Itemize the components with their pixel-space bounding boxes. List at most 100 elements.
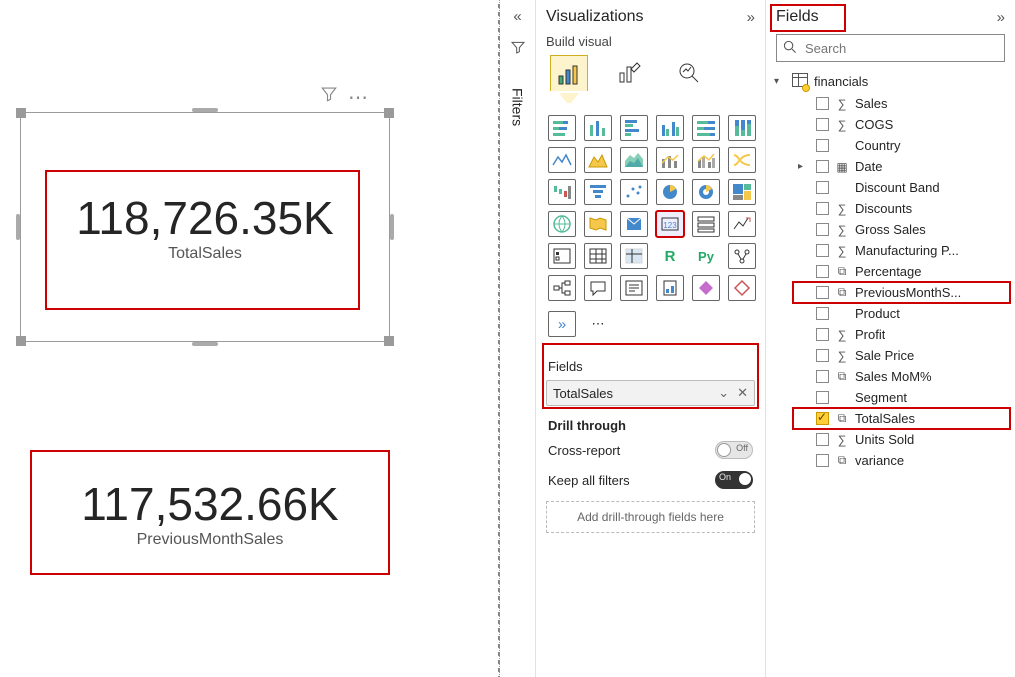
viz-waterfall[interactable]: [548, 179, 576, 205]
field-checkbox[interactable]: [816, 223, 829, 236]
viz-r[interactable]: R: [656, 243, 684, 269]
viz-area[interactable]: [584, 147, 612, 173]
table-row[interactable]: ▾ financials: [770, 70, 1011, 93]
viz-matrix[interactable]: [620, 243, 648, 269]
viz-100-stacked-column[interactable]: [728, 115, 756, 141]
card-value: 117,532.66K: [81, 477, 339, 531]
field-row[interactable]: ⧉TotalSales: [770, 408, 1011, 429]
viz-funnel[interactable]: [584, 179, 612, 205]
field-checkbox[interactable]: [816, 454, 829, 467]
viz-paginated-report[interactable]: [656, 275, 684, 301]
chevron-down-icon[interactable]: ⌄: [718, 385, 729, 401]
filters-pane-collapsed[interactable]: « Filters: [500, 0, 536, 677]
search-input[interactable]: [803, 40, 998, 57]
field-row[interactable]: ∑Manufacturing P...: [770, 240, 1011, 261]
remove-field-icon[interactable]: ✕: [737, 385, 748, 401]
viz-power-apps[interactable]: [692, 275, 720, 301]
viz-line-stacked-column[interactable]: [656, 147, 684, 173]
drill-through-dropzone[interactable]: Add drill-through fields here: [546, 501, 755, 533]
viz-stacked-column[interactable]: [584, 115, 612, 141]
format-tab[interactable]: [610, 55, 648, 91]
viz-stacked-bar[interactable]: [548, 115, 576, 141]
expand-icon[interactable]: »: [747, 9, 755, 26]
analytics-tab[interactable]: [670, 55, 708, 91]
viz-line-clustered-column[interactable]: [692, 147, 720, 173]
build-tab[interactable]: [550, 55, 588, 91]
chevron-down-icon[interactable]: ▾: [774, 76, 786, 87]
field-checkbox[interactable]: [816, 349, 829, 362]
field-type-icon: ∑: [835, 97, 849, 111]
field-row[interactable]: ∑Profit: [770, 324, 1011, 345]
field-row[interactable]: Discount Band: [770, 177, 1011, 198]
field-checkbox[interactable]: [816, 286, 829, 299]
viz-100-stacked-bar[interactable]: [692, 115, 720, 141]
viz-donut[interactable]: [692, 179, 720, 205]
viz-card[interactable]: 123: [656, 211, 684, 237]
viz-table[interactable]: [584, 243, 612, 269]
card-visual-previousmonthsales[interactable]: 117,532.66K PreviousMonthSales: [30, 450, 390, 575]
viz-qna[interactable]: [584, 275, 612, 301]
viz-decomposition-tree[interactable]: [548, 275, 576, 301]
field-row[interactable]: ⧉variance: [770, 450, 1011, 471]
viz-kpi[interactable]: [728, 211, 756, 237]
field-checkbox[interactable]: [816, 370, 829, 383]
field-checkbox[interactable]: [816, 97, 829, 110]
field-row[interactable]: ▸▦Date: [770, 156, 1011, 177]
field-checkbox[interactable]: [816, 202, 829, 215]
viz-treemap[interactable]: [728, 179, 756, 205]
chevron-right-icon[interactable]: ▸: [798, 161, 810, 172]
viz-line[interactable]: [548, 147, 576, 173]
viz-pie[interactable]: [656, 179, 684, 205]
field-well-item[interactable]: TotalSales ⌄ ✕: [546, 380, 755, 406]
collapse-icon[interactable]: «: [513, 8, 521, 25]
viz-map[interactable]: [548, 211, 576, 237]
viz-multi-row-card[interactable]: [692, 211, 720, 237]
viz-get-more[interactable]: »: [548, 311, 576, 337]
field-row[interactable]: ⧉PreviousMonthS...: [770, 282, 1011, 303]
field-row[interactable]: ∑COGS: [770, 114, 1011, 135]
viz-clustered-column[interactable]: [656, 115, 684, 141]
field-checkbox[interactable]: [816, 181, 829, 194]
viz-ribbon[interactable]: [728, 147, 756, 173]
viz-key-influencers[interactable]: [728, 243, 756, 269]
viz-stacked-area[interactable]: [620, 147, 648, 173]
field-row[interactable]: ∑Sale Price: [770, 345, 1011, 366]
field-row[interactable]: ⧉Sales MoM%: [770, 366, 1011, 387]
field-checkbox[interactable]: [816, 160, 829, 173]
field-checkbox[interactable]: [816, 328, 829, 341]
filter-icon[interactable]: [320, 85, 338, 110]
field-checkbox[interactable]: [816, 139, 829, 152]
field-row[interactable]: ∑Units Sold: [770, 429, 1011, 450]
viz-smart-narrative[interactable]: [620, 275, 648, 301]
card-visual-totalsales[interactable]: 118,726.35K TotalSales: [20, 112, 390, 342]
field-checkbox[interactable]: [816, 433, 829, 446]
field-row[interactable]: ⧉Percentage: [770, 261, 1011, 282]
viz-azure-map[interactable]: [620, 211, 648, 237]
viz-python[interactable]: Py: [692, 243, 720, 269]
field-name: Percentage: [855, 264, 922, 279]
viz-clustered-bar[interactable]: [620, 115, 648, 141]
viz-more-options[interactable]: ⋯: [584, 311, 612, 337]
report-canvas[interactable]: 118,726.35K TotalSales 117,532.66K Previ…: [0, 0, 500, 677]
more-options-icon[interactable]: [348, 85, 370, 110]
field-checkbox[interactable]: [816, 118, 829, 131]
field-row[interactable]: Country: [770, 135, 1011, 156]
field-checkbox[interactable]: [816, 412, 829, 425]
field-row[interactable]: Product: [770, 303, 1011, 324]
viz-scatter[interactable]: [620, 179, 648, 205]
field-checkbox[interactable]: [816, 244, 829, 257]
viz-power-automate[interactable]: [728, 275, 756, 301]
field-row[interactable]: Segment: [770, 387, 1011, 408]
field-row[interactable]: ∑Sales: [770, 93, 1011, 114]
field-checkbox[interactable]: [816, 391, 829, 404]
viz-filled-map[interactable]: [584, 211, 612, 237]
cross-report-toggle[interactable]: Off: [715, 441, 753, 459]
field-row[interactable]: ∑Discounts: [770, 198, 1011, 219]
field-row[interactable]: ∑Gross Sales: [770, 219, 1011, 240]
keep-all-filters-toggle[interactable]: On: [715, 471, 753, 489]
field-checkbox[interactable]: [816, 307, 829, 320]
fields-search[interactable]: [776, 34, 1005, 62]
viz-slicer[interactable]: [548, 243, 576, 269]
field-checkbox[interactable]: [816, 265, 829, 278]
expand-icon[interactable]: »: [997, 9, 1005, 26]
